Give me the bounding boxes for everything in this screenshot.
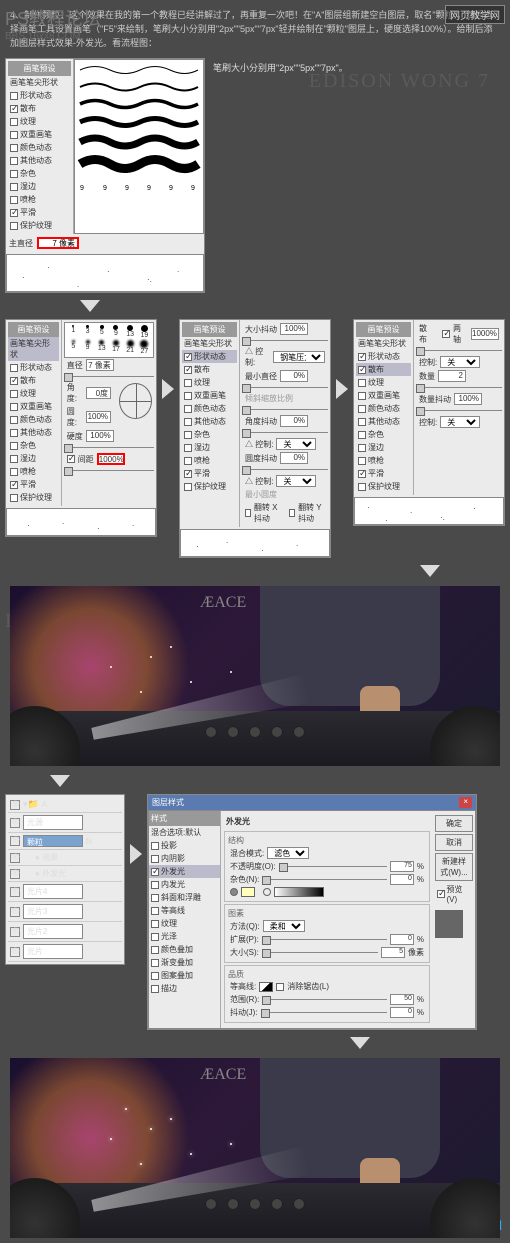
brush-opt[interactable]: 湿边 — [8, 180, 71, 193]
contour-picker[interactable] — [259, 982, 273, 992]
diameter-input[interactable] — [37, 237, 79, 249]
svg-text:9: 9 — [103, 185, 107, 192]
arrow-down-icon — [420, 565, 440, 577]
arrow-right-icon — [130, 844, 142, 864]
blend-select[interactable]: 滤色 — [267, 847, 309, 859]
brush-opt[interactable]: 画笔笔尖形状 — [8, 76, 71, 89]
layer-row[interactable]: 👁光源 — [8, 813, 122, 833]
svg-text:9: 9 — [80, 185, 84, 192]
brush-opt[interactable]: 保护纹理 — [8, 219, 71, 232]
scatter-panel: 画笔预设 画笔笔尖形状 形状动态 散布 纹理 双重画笔 颜色动态 其他动态 杂色… — [353, 319, 505, 526]
brush-header: 画笔预设 — [8, 61, 71, 76]
arrow-right-icon — [336, 379, 348, 399]
layer-row[interactable]: 👁光片4 — [8, 882, 122, 902]
layer-row[interactable]: 👁颗粒fx — [8, 833, 122, 850]
close-icon[interactable]: × — [459, 797, 472, 808]
brush-opt[interactable]: 双重画笔 — [8, 128, 71, 141]
arrow-down-icon — [350, 1037, 370, 1049]
brush-opt[interactable]: 形状动态 — [8, 89, 71, 102]
ok-button[interactable]: 确定 — [435, 815, 473, 832]
brush-opt[interactable]: 颜色动态 — [8, 141, 71, 154]
brush-opt[interactable]: 杂色 — [8, 167, 71, 180]
layer-folder[interactable]: 👁▾📁A — [8, 797, 122, 813]
brush-preview: ·· .· ·.. — [6, 254, 204, 292]
result-image-2: ÆACE — [10, 1058, 500, 1238]
layer-row[interactable]: 👁光片3 — [8, 902, 122, 922]
brush-opt[interactable]: 其他动态 — [8, 154, 71, 167]
brush-diameter-row: 主直径 — [6, 234, 204, 252]
svg-text:9: 9 — [147, 185, 151, 192]
cancel-button[interactable]: 取消 — [435, 834, 473, 851]
ctrl-select[interactable]: 钢笔压力 — [273, 351, 325, 363]
svg-text:9: 9 — [191, 185, 195, 192]
brush-preset-panel-1: 画笔预设 画笔笔尖形状 形状动态 散布 纹理 双重画笔 颜色动态 其他动态 杂色… — [5, 58, 205, 293]
svg-text:9: 9 — [169, 185, 173, 192]
brush-tip-panel: 画笔预设 画笔笔尖形状 形状动态 散布 纹理 双重画笔 颜色动态 其他动态 杂色… — [5, 319, 157, 537]
svg-text:9: 9 — [125, 185, 129, 192]
layer-row[interactable]: 👁光片 — [8, 942, 122, 962]
brush-opt[interactable]: 纹理 — [8, 115, 71, 128]
layer-row[interactable]: 👁光片2 — [8, 922, 122, 942]
brush-opt[interactable]: 喷枪 — [8, 193, 71, 206]
shape-dynamics-panel: 画笔预设 画笔笔尖形状 形状动态 散布 纹理 双重画笔 颜色动态 其他动态 杂色… — [179, 319, 331, 558]
layer-fx[interactable]: 👁● 外发光 — [8, 866, 122, 882]
result-image-1: ÆACE — [10, 586, 500, 766]
brush-tip-grid[interactable]: 1 3 5 9 13 19 5 9 13 17 21 27 — [64, 322, 154, 358]
new-style-button[interactable]: 新建样式(W)... — [435, 853, 473, 881]
gradient-picker[interactable] — [274, 887, 324, 897]
angle-control[interactable] — [119, 383, 152, 419]
arrow-right-icon — [162, 379, 174, 399]
arrow-down-icon — [80, 300, 100, 312]
layer-style-dialog: 图层样式× 样式 混合选项:默认 投影 内阴影 外发光 内发光 斜面和浮雕 等高… — [147, 794, 477, 1030]
layer-fx[interactable]: 👁● 效果 — [8, 850, 122, 866]
brush-strokes-preview: 9 9 9 9 9 9 — [74, 59, 204, 234]
watermark-top-left: PS教程论坛 BBS.16xx8.COM — [5, 5, 101, 42]
diameter-input[interactable]: 7 像素 — [86, 359, 114, 371]
preview-swatch — [435, 910, 463, 938]
watermark-edison: EDISON WONG 7 — [309, 70, 490, 93]
watermark-wy: 网页教学网 — [445, 5, 505, 24]
layers-panel: 👁▾📁A 👁光源 👁颗粒fx 👁● 效果 👁● 外发光 👁光片4 👁光片3 👁光… — [5, 794, 125, 965]
brush-options-sidebar: 画笔预设 画笔笔尖形状 形状动态 散布 纹理 双重画笔 颜色动态 其他动态 杂色… — [6, 59, 74, 234]
brush-opt[interactable]: 散布 — [8, 102, 71, 115]
slider[interactable] — [64, 376, 154, 377]
brush-opt[interactable]: 平滑 — [8, 206, 71, 219]
arrow-down-icon — [50, 775, 70, 787]
